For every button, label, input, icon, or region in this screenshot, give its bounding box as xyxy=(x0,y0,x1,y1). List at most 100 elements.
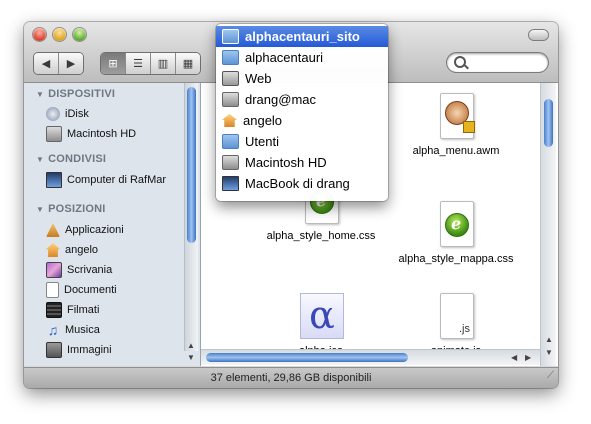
menu-item-drang-mac[interactable]: drang@mac xyxy=(216,89,388,110)
sidebar-item-label: Macintosh HD xyxy=(67,128,137,140)
disclosure-triangle-icon: ▼ xyxy=(36,204,45,214)
coverflow-view-button[interactable]: ▦ xyxy=(176,53,200,74)
menu-item-utenti[interactable]: Utenti xyxy=(216,131,388,152)
search-input[interactable] xyxy=(447,53,548,72)
icon-view-button[interactable]: ⊞ xyxy=(101,53,126,74)
menu-item-alphacentauri-sito[interactable]: alphacentauri_sito xyxy=(216,26,388,47)
status-bar: 37 elementi, 29,86 GB disponibili ⟋ xyxy=(24,367,558,388)
scroll-right-icon[interactable]: ▶ xyxy=(525,353,531,362)
sidebar-item-immagini[interactable]: Immagini xyxy=(46,341,112,359)
content-vertical-scrollbar[interactable]: ▲ ▼ xyxy=(540,83,556,366)
zoom-button[interactable] xyxy=(73,28,86,41)
path-popup-menu: alphacentauri_sito alphacentauri Web dra… xyxy=(216,24,388,201)
sidebar-item-label: Documenti xyxy=(64,284,117,296)
menu-item-alphacentauri[interactable]: alphacentauri xyxy=(216,47,388,68)
alpha-glyph: α xyxy=(300,293,344,339)
menu-item-macintosh-hd[interactable]: Macintosh HD xyxy=(216,152,388,173)
menu-item-label: alphacentauri_sito xyxy=(245,29,360,44)
sidebar-item-label: Scrivania xyxy=(67,264,113,276)
js-label: .js xyxy=(459,323,470,335)
awm-file-icon xyxy=(435,93,477,139)
disclosure-triangle-icon: ▼ xyxy=(36,154,45,164)
applications-icon xyxy=(46,223,60,237)
sidebar-item-label: Immagini xyxy=(67,344,112,356)
scroll-up-icon[interactable]: ▲ xyxy=(545,335,553,344)
scroll-down-icon[interactable]: ▼ xyxy=(545,348,553,357)
horizontal-scroll-thumb[interactable] xyxy=(206,353,408,362)
home-icon xyxy=(222,114,237,127)
folder-icon xyxy=(222,134,239,149)
status-text: 37 elementi, 29,86 GB disponibili xyxy=(210,372,372,384)
home-icon xyxy=(46,243,60,257)
file-item[interactable]: alpha_menu.awm xyxy=(381,93,531,157)
sidebar-section-title: POSIZIONI xyxy=(48,203,106,215)
folder-icon xyxy=(222,50,239,65)
desktop-icon xyxy=(46,262,62,278)
menu-item-label: alphacentauri xyxy=(245,50,324,65)
back-button[interactable]: ◀ xyxy=(34,53,59,74)
file-item[interactable]: .js animate.js xyxy=(381,293,531,357)
dreamweaver-css-icon xyxy=(435,201,477,247)
disclosure-triangle-icon: ▼ xyxy=(36,89,45,99)
content-horizontal-scrollbar[interactable]: ◀ ▶ xyxy=(201,349,540,365)
file-item[interactable]: alpha_style_mappa.css xyxy=(381,201,531,265)
sidebar-item-label: Musica xyxy=(65,324,100,336)
menu-item-label: MacBook di drang xyxy=(245,176,350,191)
minimize-button[interactable] xyxy=(53,28,66,41)
sidebar-item-musica[interactable]: ♫ Musica xyxy=(46,321,100,339)
forward-button[interactable]: ▶ xyxy=(59,53,83,74)
toolbar-toggle-button[interactable] xyxy=(529,30,548,40)
sidebar-scrollbar[interactable]: ▲ ▼ xyxy=(184,83,198,362)
file-item[interactable]: α alpha.ico xyxy=(246,293,396,357)
sidebar-scroll-thumb[interactable] xyxy=(187,87,196,243)
sidebar-section-title: CONDIVISI xyxy=(48,153,107,165)
folder-icon xyxy=(222,29,239,44)
sidebar-item-label: Filmati xyxy=(67,304,100,316)
file-name: alpha_style_mappa.css xyxy=(398,253,514,265)
web-folder-icon xyxy=(222,71,239,86)
sidebar-section-devices[interactable]: ▼ DISPOSITIVI xyxy=(36,88,115,100)
menu-item-label: Web xyxy=(245,71,272,86)
menu-item-label: angelo xyxy=(243,113,283,128)
hard-drive-icon xyxy=(222,155,239,170)
menu-item-angelo[interactable]: angelo xyxy=(216,110,388,131)
sidebar-item-label: iDisk xyxy=(65,108,89,120)
sidebar-item-macintosh-hd[interactable]: Macintosh HD xyxy=(46,125,136,143)
list-view-button[interactable]: ☰ xyxy=(126,53,151,74)
movies-icon xyxy=(46,302,62,318)
alpha-ico-icon: α xyxy=(300,293,344,339)
sidebar-item-angelo[interactable]: angelo xyxy=(46,241,98,259)
close-button[interactable] xyxy=(33,28,46,41)
view-mode-segment: ⊞ ☰ ▥ ▦ xyxy=(101,53,200,74)
nav-segment: ◀ ▶ xyxy=(34,53,83,74)
sidebar-section-shared[interactable]: ▼ CONDIVISI xyxy=(36,153,106,165)
sidebar-item-filmati[interactable]: Filmati xyxy=(46,301,99,319)
menu-item-web[interactable]: Web xyxy=(216,68,388,89)
scroll-up-icon[interactable]: ▲ xyxy=(187,341,195,350)
file-name: alpha_menu.awm xyxy=(412,145,500,157)
sidebar-item-computer-rafmar[interactable]: Computer di RafMar xyxy=(46,171,166,189)
js-file-icon: .js xyxy=(435,293,477,339)
resize-grip-icon[interactable]: ⟋ xyxy=(547,365,554,386)
column-view-button[interactable]: ▥ xyxy=(151,53,176,74)
sidebar-item-label: Applicazioni xyxy=(65,224,124,236)
scroll-down-icon[interactable]: ▼ xyxy=(187,353,195,362)
scroll-left-icon[interactable]: ◀ xyxy=(511,353,517,362)
sidebar-item-scrivania[interactable]: Scrivania xyxy=(46,261,112,279)
computer-icon xyxy=(46,172,62,188)
vertical-scroll-thumb[interactable] xyxy=(544,99,553,147)
sidebar-item-documenti[interactable]: Documenti xyxy=(46,281,117,299)
music-icon: ♫ xyxy=(47,322,59,338)
file-name: alpha_style_home.css xyxy=(266,230,376,242)
computer-icon xyxy=(222,176,239,191)
menu-item-macbook[interactable]: MacBook di drang xyxy=(216,173,388,194)
documents-icon xyxy=(46,282,59,298)
search-icon xyxy=(454,56,466,68)
pictures-icon xyxy=(46,342,62,358)
sidebar: ▼ DISPOSITIVI iDisk Macintosh HD ▼ CONDI… xyxy=(24,83,201,366)
hard-drive-icon xyxy=(46,126,62,142)
sidebar-section-places[interactable]: ▼ POSIZIONI xyxy=(36,203,106,215)
sidebar-item-applicazioni[interactable]: Applicazioni xyxy=(46,221,124,239)
sidebar-item-label: angelo xyxy=(65,244,99,256)
sidebar-item-idisk[interactable]: iDisk xyxy=(46,105,89,123)
